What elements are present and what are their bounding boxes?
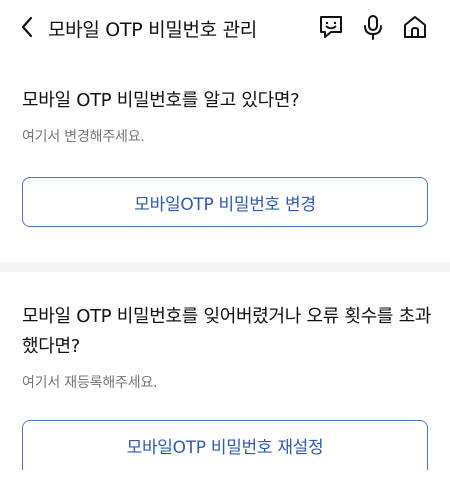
section-divider xyxy=(0,262,450,272)
reset-otp-password-button-label: 모바일OTP 비밀번호 재설정 xyxy=(126,438,324,458)
reset-section-title-line2: 했다면? xyxy=(22,336,81,357)
change-otp-password-button-label: 모바일OTP 비밀번호 변경 xyxy=(134,194,316,215)
mic-icon xyxy=(364,15,382,40)
back-button[interactable] xyxy=(14,14,40,40)
home-button[interactable] xyxy=(399,11,431,43)
reset-section-title-line1: 모바일 OTP 비밀번호를 잊어버렸거나 오류 횟수를 초과 xyxy=(22,306,432,327)
otp-password-management-screen: 모바일 OTP 비밀번호 관리 모바일 OTP 비밀번호를 알고 있다면? 여기… xyxy=(0,0,450,491)
reset-otp-password-button[interactable]: 모바일OTP 비밀번호 재설정 xyxy=(22,420,428,470)
reset-password-section: 모바일 OTP 비밀번호를 잊어버렸거나 오류 횟수를 초과 했다면? 여기서 … xyxy=(0,272,450,491)
voice-button[interactable] xyxy=(357,11,389,43)
chevron-left-icon xyxy=(21,16,33,38)
chat-icon xyxy=(320,16,342,38)
top-app-bar: 모바일 OTP 비밀번호 관리 xyxy=(0,0,450,56)
chat-button[interactable] xyxy=(315,11,347,43)
page-title: 모바일 OTP 비밀번호 관리 xyxy=(48,19,257,41)
change-password-section: 모바일 OTP 비밀번호를 알고 있다면? 여기서 변경해주세요. 모바일OTP… xyxy=(0,56,450,262)
home-icon xyxy=(404,16,426,38)
reset-section-description: 여기서 재등록해주세요. xyxy=(22,375,158,391)
change-otp-password-button[interactable]: 모바일OTP 비밀번호 변경 xyxy=(22,177,428,227)
reset-section-title: 모바일 OTP 비밀번호를 잊어버렸거나 오류 횟수를 초과 했다면? xyxy=(22,302,432,362)
change-section-title: 모바일 OTP 비밀번호를 알고 있다면? xyxy=(22,90,300,111)
change-section-description: 여기서 변경해주세요. xyxy=(22,129,145,145)
